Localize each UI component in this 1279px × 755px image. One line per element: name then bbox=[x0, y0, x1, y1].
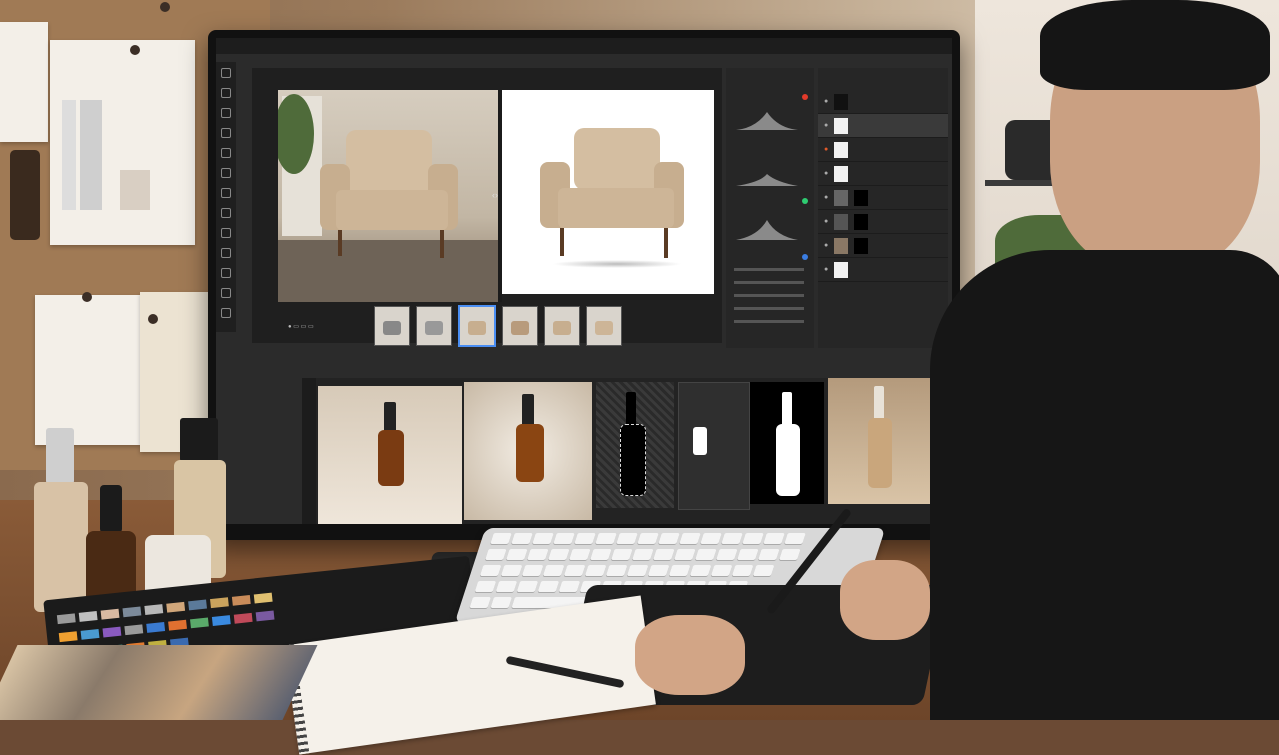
split-arrows-icon[interactable]: ‹› bbox=[492, 190, 498, 200]
pinned-photo bbox=[0, 22, 48, 142]
dropper-bottle bbox=[86, 485, 136, 607]
slider-group bbox=[734, 268, 804, 323]
zoom-icon[interactable] bbox=[221, 308, 231, 318]
eyedropper-icon[interactable] bbox=[221, 148, 231, 158]
slider[interactable] bbox=[734, 294, 804, 297]
pinned-bottle-photo bbox=[10, 150, 40, 240]
gradient-icon[interactable] bbox=[221, 228, 231, 238]
monitor: ‹› ● ▭ ▭ ▭ ● ● ● ● ● ● ● ● bbox=[208, 30, 960, 540]
hair bbox=[1040, 0, 1270, 90]
pinned-product-photo bbox=[50, 40, 195, 245]
thumbnail[interactable] bbox=[544, 306, 580, 346]
pinned-notes bbox=[35, 295, 140, 445]
eye-icon[interactable]: ● bbox=[824, 266, 828, 273]
mask-output bbox=[750, 382, 824, 504]
eye-icon[interactable]: ● bbox=[824, 122, 828, 129]
stamp-icon[interactable] bbox=[221, 188, 231, 198]
thumbnail[interactable] bbox=[502, 306, 538, 346]
eye-icon[interactable]: ● bbox=[824, 98, 828, 105]
slider[interactable] bbox=[734, 307, 804, 310]
left-hand bbox=[635, 615, 745, 695]
brush-icon[interactable] bbox=[221, 168, 231, 178]
armchair bbox=[574, 128, 660, 190]
tool-bar bbox=[216, 62, 236, 332]
product-photo bbox=[318, 386, 462, 524]
properties-popup bbox=[678, 382, 750, 510]
black-shirt bbox=[930, 250, 1279, 720]
product-workspace bbox=[302, 378, 942, 524]
fabric-swatches bbox=[0, 645, 318, 720]
eye-icon[interactable]: ● bbox=[824, 146, 828, 153]
eraser-icon[interactable] bbox=[221, 208, 231, 218]
foundation-bottle bbox=[34, 428, 88, 612]
designer-person bbox=[635, 0, 1279, 720]
thumbnail[interactable] bbox=[374, 306, 410, 346]
product-photo bbox=[464, 382, 592, 520]
pen-icon[interactable] bbox=[221, 248, 231, 258]
crop-icon[interactable] bbox=[221, 128, 231, 138]
pin bbox=[130, 45, 140, 55]
filmstrip-controls[interactable]: ● ▭ ▭ ▭ bbox=[288, 323, 368, 330]
eye-icon[interactable]: ● bbox=[824, 170, 828, 177]
eye-icon[interactable]: ● bbox=[824, 218, 828, 225]
filmstrip: ● ▭ ▭ ▭ bbox=[288, 305, 688, 347]
after-photo bbox=[502, 90, 714, 294]
pin bbox=[82, 292, 92, 302]
secondary-toolbar bbox=[302, 378, 316, 524]
slider[interactable] bbox=[734, 320, 804, 323]
pin bbox=[148, 314, 158, 324]
shadow bbox=[552, 260, 682, 268]
text-icon[interactable] bbox=[221, 268, 231, 278]
marquee-icon[interactable] bbox=[221, 88, 231, 98]
eye-icon[interactable]: ● bbox=[824, 242, 828, 249]
hand-icon[interactable] bbox=[221, 288, 231, 298]
selection-mask-view bbox=[596, 382, 674, 508]
histogram bbox=[736, 112, 798, 130]
rug bbox=[278, 240, 498, 302]
green-channel-icon[interactable] bbox=[802, 198, 808, 204]
histogram bbox=[736, 174, 798, 186]
slider[interactable] bbox=[734, 268, 804, 271]
slider[interactable] bbox=[734, 281, 804, 284]
move-icon[interactable] bbox=[221, 68, 231, 78]
thumbnail[interactable] bbox=[586, 306, 622, 346]
red-channel-icon[interactable] bbox=[802, 94, 808, 100]
blue-channel-icon[interactable] bbox=[802, 254, 808, 260]
before-photo bbox=[278, 90, 498, 302]
menu-bar bbox=[216, 38, 952, 54]
right-hand bbox=[840, 560, 930, 640]
mask-preview-icon bbox=[693, 427, 707, 455]
editing-app-screen: ‹› ● ▭ ▭ ▭ ● ● ● ● ● ● ● ● bbox=[216, 38, 952, 524]
armchair bbox=[346, 130, 432, 192]
thumbnail-selected[interactable] bbox=[458, 305, 496, 347]
histogram bbox=[736, 220, 798, 240]
canvas-area: ‹› ● ▭ ▭ ▭ bbox=[252, 68, 722, 347]
adjustments-panel bbox=[726, 68, 814, 348]
thumbnail[interactable] bbox=[416, 306, 452, 346]
eye-icon[interactable]: ● bbox=[824, 194, 828, 201]
pin bbox=[160, 2, 170, 12]
lasso-icon[interactable] bbox=[221, 108, 231, 118]
